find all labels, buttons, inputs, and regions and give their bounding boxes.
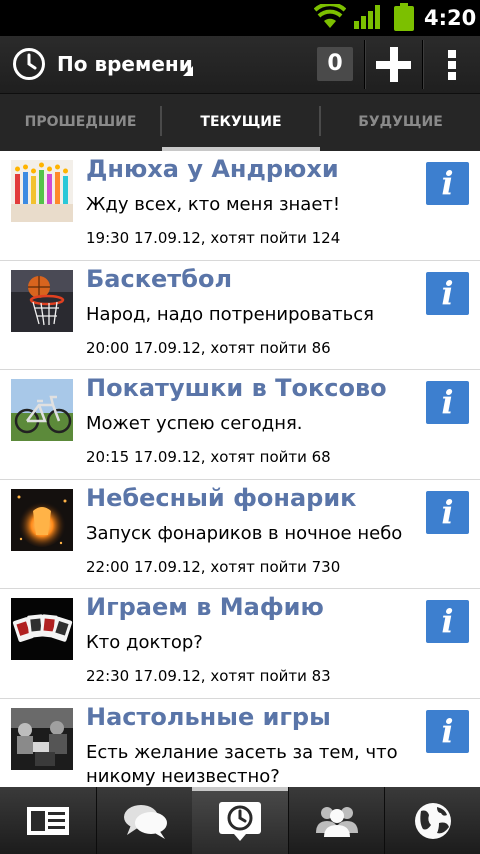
nav-news[interactable] — [0, 787, 96, 854]
event-title: Небесный фонарик — [86, 483, 357, 512]
event-thumbnail — [11, 379, 73, 441]
sort-dropdown[interactable]: По времени — [0, 36, 305, 93]
events-clock-icon — [219, 802, 261, 841]
event-meta: 22:00 17.09.12, хотят пойти 730 — [86, 557, 341, 576]
info-button[interactable]: i — [426, 381, 469, 424]
overflow-menu-button[interactable] — [424, 36, 480, 93]
sort-label: По времени — [57, 52, 193, 76]
playing-cards-icon — [11, 598, 73, 660]
list-item[interactable]: Баскетбол Народ, надо потренироваться 20… — [0, 261, 480, 370]
event-title: Покатушки в Токсово — [86, 374, 387, 402]
event-description: Кто доктор? — [86, 632, 203, 653]
event-meta: 20:15 17.09.12, хотят пойти 68 — [86, 448, 331, 466]
dropdown-triangle-icon — [183, 66, 193, 76]
add-event-button[interactable] — [366, 36, 422, 93]
event-thumbnail — [11, 598, 73, 660]
event-title: Настольные игры — [86, 702, 331, 731]
list-item[interactable]: Настольные игры Есть желание засеть за т… — [0, 699, 480, 788]
birthday-candles-icon — [11, 160, 73, 222]
event-title: Баскетбол — [86, 264, 233, 293]
board-game-people-icon — [11, 707, 73, 770]
list-item[interactable]: Играем в Мафию Кто доктор? 22:30 17.09.1… — [0, 589, 480, 699]
tab-future[interactable]: БУДУЩИЕ — [321, 94, 480, 151]
sky-lantern-icon — [11, 488, 73, 551]
event-meta: 20:00 17.09.12, хотят пойти 86 — [86, 338, 331, 357]
clock-icon — [13, 48, 45, 80]
tab-current[interactable]: ТЕКУЩИЕ — [162, 94, 320, 151]
event-thumbnail — [11, 707, 73, 770]
basketball-hoop-icon — [11, 269, 73, 332]
event-description: Жду всех, кто меня знает! — [86, 194, 341, 215]
status-bar: 4:20 — [0, 0, 480, 36]
event-meta: 22:30 17.09.12, хотят пойти 83 — [86, 667, 331, 685]
list-item[interactable]: Покатушки в Токсово Может успею сегодня.… — [0, 370, 480, 480]
friends-icon — [316, 807, 358, 837]
tab-bar: ПРОШЕДШИЕ ТЕКУЩИЕ БУДУЩИЕ — [0, 93, 480, 151]
nav-events[interactable] — [192, 787, 288, 854]
nav-messages[interactable] — [97, 787, 193, 854]
action-bar: По времени 0 — [0, 36, 480, 93]
event-description: Есть желание засеть за тем, что никому н… — [86, 741, 398, 787]
info-button[interactable]: i — [426, 162, 469, 205]
tab-past[interactable]: ПРОШЕДШИЕ — [0, 94, 161, 151]
status-time: 4:20 — [424, 6, 477, 30]
nav-friends[interactable] — [289, 787, 385, 854]
event-thumbnail — [11, 488, 73, 551]
notification-counter[interactable]: 0 — [317, 47, 353, 81]
globe-icon — [415, 803, 451, 839]
info-button[interactable]: i — [426, 600, 469, 643]
event-description: Народ, надо потренироваться — [86, 303, 374, 325]
messages-icon — [124, 805, 167, 839]
news-feed-icon — [27, 807, 69, 835]
signal-icon — [354, 5, 380, 29]
wifi-icon — [314, 4, 346, 28]
info-button[interactable]: i — [426, 709, 469, 753]
bottom-navigation — [0, 787, 480, 854]
event-title: Днюха у Андрюхи — [86, 155, 339, 183]
event-thumbnail — [11, 160, 73, 222]
event-thumbnail — [11, 269, 73, 332]
nav-globe[interactable] — [385, 787, 480, 854]
event-list: Днюха у Андрюхи Жду всех, кто меня знает… — [0, 151, 480, 787]
event-description: Может успею сегодня. — [86, 413, 303, 434]
info-button[interactable]: i — [426, 271, 469, 315]
event-meta: 19:30 17.09.12, хотят пойти 124 — [86, 229, 341, 247]
info-button[interactable]: i — [426, 490, 469, 534]
battery-icon — [394, 3, 414, 31]
event-title: Играем в Мафию — [86, 593, 324, 621]
list-item[interactable]: Небесный фонарик Запуск фонариков в ночн… — [0, 480, 480, 589]
event-description: Запуск фонариков в ночное небо — [86, 522, 403, 544]
active-nav-indicator — [192, 787, 288, 791]
bicycle-icon — [11, 379, 73, 441]
list-item[interactable]: Днюха у Андрюхи Жду всех, кто меня знает… — [0, 151, 480, 261]
